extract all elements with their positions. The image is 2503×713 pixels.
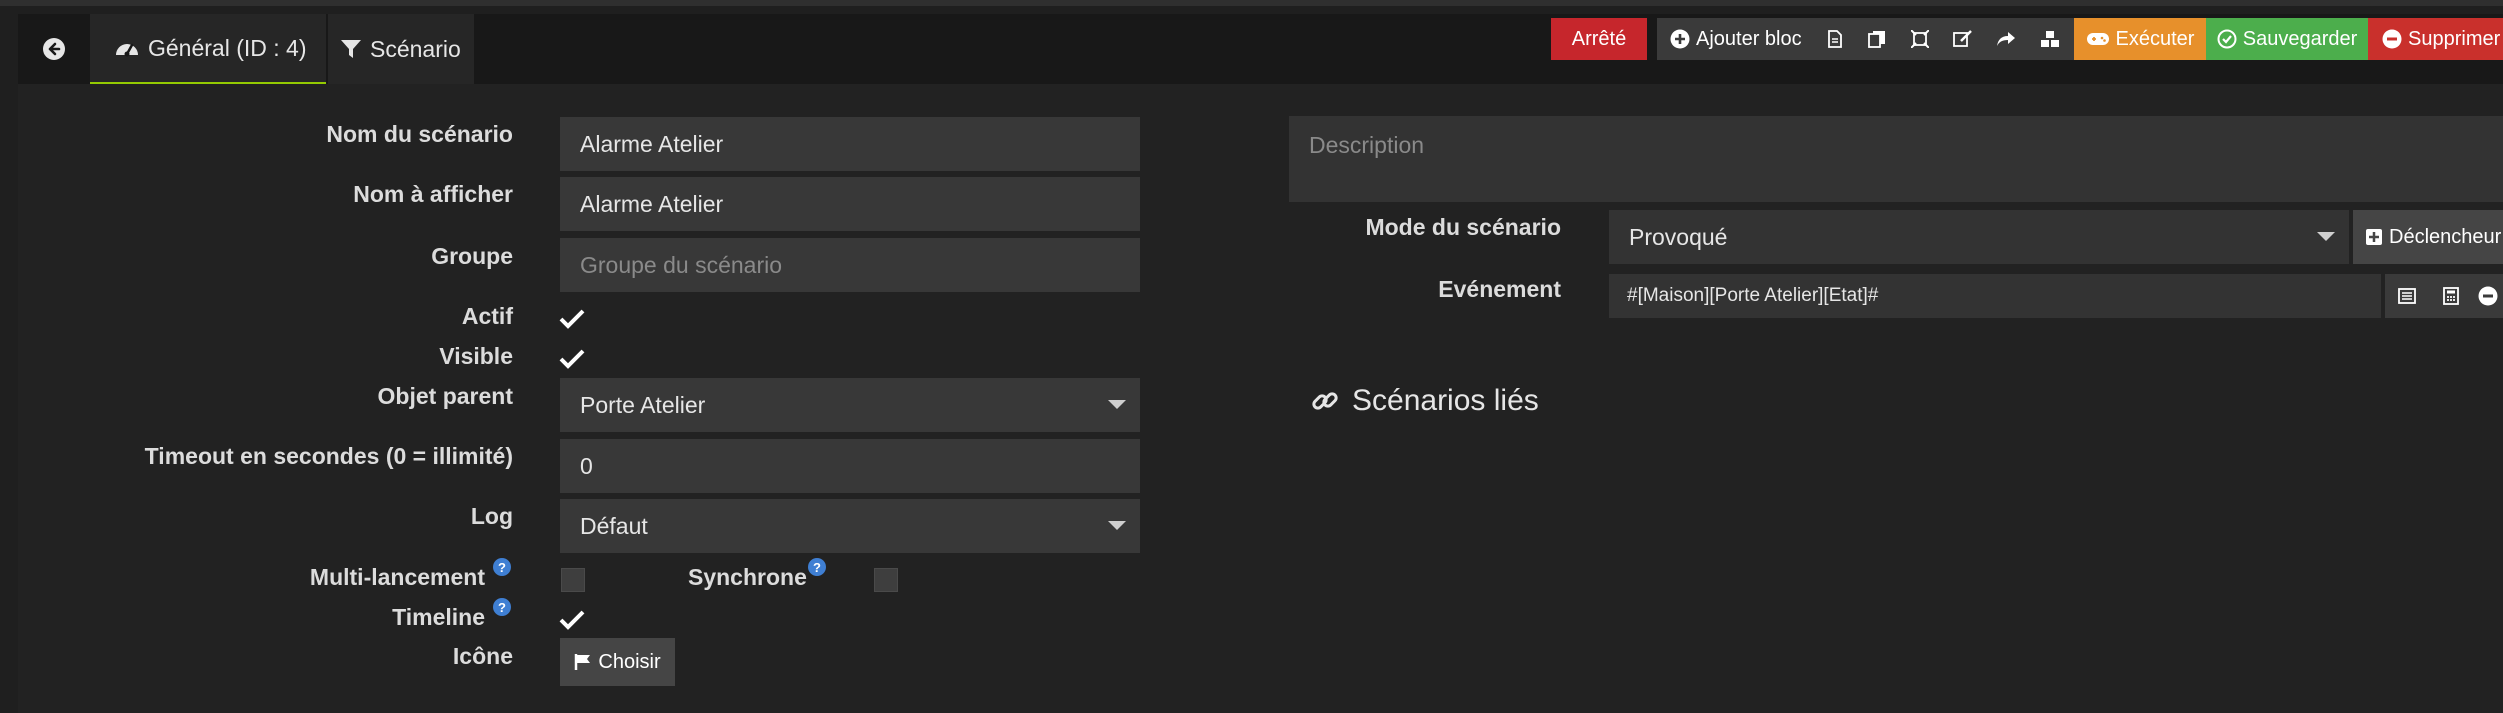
choose-label: Choisir <box>598 650 661 673</box>
timeout-label: Timeout en secondes (0 = illimité) <box>144 443 513 469</box>
group-input[interactable]: Groupe du scénario <box>560 238 1140 292</box>
cubes-icon[interactable] <box>2035 18 2065 60</box>
parent-object-label: Objet parent <box>377 383 513 409</box>
delete-label: Supprimer <box>2408 27 2501 50</box>
copy-icon[interactable] <box>1862 18 1892 60</box>
timeline-label: Timeline <box>392 604 485 630</box>
save-button[interactable]: Sauvegarder <box>2206 18 2368 60</box>
event-actions <box>2385 274 2503 318</box>
help-icon[interactable]: ? <box>493 558 511 576</box>
tab-general[interactable]: Général (ID : 4) <box>90 14 326 84</box>
choose-icon-button[interactable]: Choisir <box>560 638 675 686</box>
scenario-name-input[interactable]: Alarme Atelier <box>560 117 1140 171</box>
checkmark-icon <box>559 610 585 630</box>
visible-label: Visible <box>439 343 513 369</box>
group-label: Groupe <box>431 243 513 269</box>
flag-icon <box>575 654 591 670</box>
file-icon[interactable] <box>1820 18 1850 60</box>
execute-button[interactable]: Exécuter <box>2074 18 2206 60</box>
parent-object-value: Porte Atelier <box>580 391 706 418</box>
share-icon[interactable] <box>1991 18 2021 60</box>
state-stopped-button[interactable]: Arrêté <box>1551 18 1647 60</box>
state-label: Arrêté <box>1571 27 1627 50</box>
event-input[interactable]: #[Maison][Porte Atelier][Etat]# <box>1609 274 2381 318</box>
link-icon <box>1312 392 1338 410</box>
log-label: Log <box>470 503 513 529</box>
checkmark-icon <box>559 349 585 369</box>
add-block-label: Ajouter bloc <box>1696 27 1802 50</box>
add-trigger-button[interactable]: Déclencheur <box>2353 210 2503 264</box>
edit-icon[interactable] <box>1948 18 1978 60</box>
event-label: Evénement <box>1438 276 1561 302</box>
execute-label: Exécuter <box>2115 27 2195 50</box>
multi-launch-checkbox[interactable] <box>561 568 585 592</box>
help-icon[interactable]: ? <box>493 598 511 616</box>
tab-general-label: Général (ID : 4) <box>148 34 307 61</box>
description-textarea[interactable]: Description <box>1289 116 2503 202</box>
save-label: Sauvegarder <box>2242 27 2358 50</box>
list-icon[interactable] <box>2385 274 2429 318</box>
dashboard-icon <box>116 43 138 57</box>
plus-square-icon <box>2366 229 2382 245</box>
active-checkbox[interactable] <box>557 304 587 334</box>
scenario-mode-select[interactable]: Provoqué <box>1609 210 2349 264</box>
multi-launch-label: Multi-lancement <box>309 564 485 590</box>
chevron-down-icon <box>1108 400 1126 409</box>
chevron-down-icon <box>2317 232 2335 241</box>
plus-circle-icon <box>1670 29 1690 49</box>
check-circle-icon <box>2217 29 2237 49</box>
minus-circle-icon <box>2382 29 2402 49</box>
synchronous-label: Synchrone <box>688 564 807 590</box>
synchronous-checkbox[interactable] <box>874 568 898 592</box>
add-block-button[interactable]: Ajouter bloc <box>1670 18 1802 60</box>
timeline-checkbox[interactable] <box>557 605 587 635</box>
remove-icon[interactable] <box>2473 274 2503 318</box>
top-strip <box>0 0 2503 6</box>
log-value: Défaut <box>580 512 648 539</box>
log-select[interactable]: Défaut <box>560 499 1140 553</box>
scenario-mode-value: Provoqué <box>1629 223 1728 250</box>
linked-scenarios-title: Scénarios liés <box>1352 384 1539 417</box>
filter-icon <box>341 40 361 58</box>
timeout-input[interactable]: 0 <box>560 439 1140 493</box>
parent-object-select[interactable]: Porte Atelier <box>560 378 1140 432</box>
checkmark-icon <box>559 309 585 329</box>
visible-checkbox[interactable] <box>557 344 587 374</box>
gamepad-icon <box>2086 33 2109 45</box>
delete-button[interactable]: Supprimer <box>2368 18 2503 60</box>
calculator-icon[interactable] <box>2429 274 2473 318</box>
linked-scenarios-heading: Scénarios liés <box>1310 384 1539 418</box>
tab-scenario[interactable]: Scénario <box>328 14 474 84</box>
chevron-down-icon <box>1108 521 1126 530</box>
scenario-mode-label: Mode du scénario <box>1365 214 1561 240</box>
expand-icon[interactable] <box>1905 18 1935 60</box>
help-icon[interactable]: ? <box>808 558 826 576</box>
display-name-label: Nom à afficher <box>353 181 513 207</box>
tab-scenario-label: Scénario <box>370 35 461 62</box>
trigger-label: Déclencheur <box>2389 225 2502 248</box>
back-arrow-icon <box>43 38 65 60</box>
active-label: Actif <box>461 303 513 329</box>
display-name-input[interactable]: Alarme Atelier <box>560 177 1140 231</box>
icon-label: Icône <box>452 643 513 669</box>
back-button[interactable] <box>18 14 90 84</box>
scenario-name-label: Nom du scénario <box>326 121 513 147</box>
